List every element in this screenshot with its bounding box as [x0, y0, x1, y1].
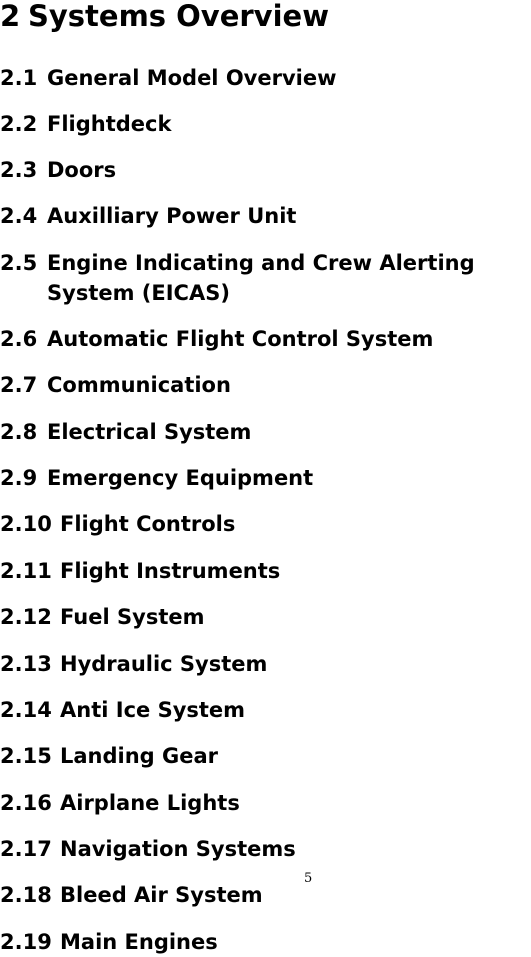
section-number: 2.4: [0, 204, 38, 228]
section-title: General Model Overview: [47, 66, 337, 90]
section-title: Bleed Air System: [60, 883, 263, 907]
section-number: 2.13: [0, 652, 52, 676]
section-title: Flight Instruments: [60, 559, 281, 583]
section-heading: 2.6 Automatic Flight Control System: [0, 324, 433, 354]
section-number: 2.15: [0, 744, 52, 768]
section-number: 2.3: [0, 158, 38, 182]
section-title: Engine Indicating and Crew Alerting Syst…: [47, 251, 475, 305]
section-number: 2.11: [0, 559, 52, 583]
section-heading: 2.3 Doors: [0, 155, 116, 185]
section-heading: 2.5 Engine Indicating and Crew Alerting S…: [0, 248, 475, 305]
section-title: Main Engines: [60, 930, 218, 954]
page-number: 5: [304, 871, 313, 886]
section-heading: 2.4 Auxilliary Power Unit: [0, 201, 296, 231]
section-title: Anti Ice System: [60, 698, 246, 722]
section-heading: 2.10 Flight Controls: [0, 509, 235, 539]
section-heading: 2.16 Airplane Lights: [0, 788, 240, 818]
section-title: Navigation Systems: [60, 837, 296, 861]
section-title: Landing Gear: [60, 744, 219, 768]
section-number: 2.6: [0, 327, 38, 351]
section-number: 2.17: [0, 837, 52, 861]
section-heading: 2.9 Emergency Equipment: [0, 463, 313, 493]
chapter-title-text: Systems Overview: [28, 0, 329, 33]
chapter-title: 2 Systems Overview: [0, 0, 329, 38]
section-number: 2.10: [0, 512, 52, 536]
section-number: 2.5: [0, 251, 38, 275]
section-heading: 2.12 Fuel System: [0, 602, 204, 632]
section-title: Fuel System: [60, 605, 205, 629]
section-title: Electrical System: [47, 420, 252, 444]
section-title: Automatic Flight Control System: [47, 327, 434, 351]
section-heading: 2.15 Landing Gear: [0, 741, 218, 771]
section-title: Communication: [47, 373, 231, 397]
section-number: 2.9: [0, 466, 38, 490]
section-heading: 2.17 Navigation Systems: [0, 834, 296, 864]
section-title: Flightdeck: [47, 112, 172, 136]
section-heading: 2.2 Flightdeck: [0, 109, 171, 139]
section-number: 2.19: [0, 930, 52, 954]
section-heading: 2.13 Hydraulic System: [0, 649, 267, 679]
section-title: Hydraulic System: [60, 652, 268, 676]
section-number: 2.8: [0, 420, 38, 444]
section-title: Airplane Lights: [60, 791, 240, 815]
section-heading: 2.14 Anti Ice System: [0, 695, 245, 725]
section-heading: 2.1 General Model Overview: [0, 63, 337, 93]
section-number: 2.2: [0, 112, 38, 136]
section-number: 2.18: [0, 883, 52, 907]
section-title: Emergency Equipment: [47, 466, 314, 490]
section-title: Doors: [47, 158, 117, 182]
section-title: Flight Controls: [60, 512, 236, 536]
section-title: Auxilliary Power Unit: [47, 204, 297, 228]
section-heading: 2.18 Bleed Air System: [0, 880, 263, 910]
section-number: 2.14: [0, 698, 52, 722]
section-number: 2.12: [0, 605, 52, 629]
section-number: 2.16: [0, 791, 52, 815]
section-heading: 2.19 Main Engines: [0, 927, 218, 957]
section-number: 2.7: [0, 373, 38, 397]
chapter-number: 2: [0, 0, 21, 33]
section-number: 2.1: [0, 66, 38, 90]
section-heading: 2.8 Electrical System: [0, 417, 251, 447]
section-heading: 2.11 Flight Instruments: [0, 556, 280, 586]
section-heading: 2.7 Communication: [0, 370, 231, 400]
